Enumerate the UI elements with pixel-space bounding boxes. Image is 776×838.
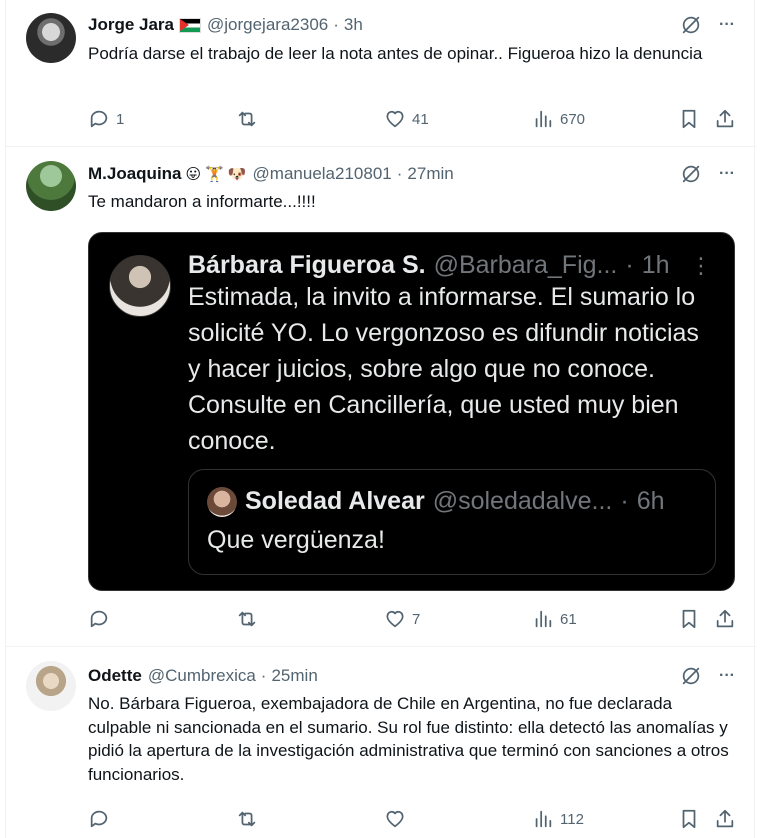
separator-dot: · <box>260 666 267 685</box>
bookmark-button[interactable] <box>678 107 700 131</box>
tweet-top-icons: ··· <box>680 163 738 185</box>
quoted-author-handle: @soledadalve... <box>432 486 613 515</box>
timestamp[interactable]: 3h <box>344 15 363 35</box>
tweet-text: No. Bárbara Figueroa, exembajadora de Ch… <box>88 694 729 784</box>
author-handle[interactable]: @jorgejara2306 <box>207 15 328 35</box>
bookmark-button[interactable] <box>678 807 700 831</box>
like-count: 41 <box>412 110 429 128</box>
share-button[interactable] <box>714 107 736 131</box>
palestine-flag-icon <box>179 17 201 33</box>
bookmark-button[interactable] <box>678 607 700 631</box>
like-button[interactable]: 7 <box>384 607 420 631</box>
tweet-actions: 112 <box>88 807 738 831</box>
share-icon <box>716 109 734 128</box>
retweet-icon <box>238 111 256 127</box>
embed-text: Estimada, la invito a informarse. El sum… <box>188 283 699 455</box>
embed-author-name: Bárbara Figueroa S. <box>188 250 426 279</box>
reply-count: 1 <box>116 110 125 128</box>
bookmark-icon <box>682 109 696 129</box>
reply-icon <box>90 810 108 828</box>
heart-icon <box>386 810 404 828</box>
share-icon <box>716 609 734 628</box>
quoted-header: Soledad Alvear @soledadalve... · 6h <box>245 484 665 518</box>
quoted-timestamp: 6h <box>636 486 665 515</box>
more-options-icon[interactable]: ··· <box>716 163 738 185</box>
avatar[interactable] <box>26 161 76 211</box>
tweet-text: Te mandaron a informarte...!!!! <box>88 192 316 211</box>
reply-feed: Jorge Jara @jorgejara2306 · 3h ··· Podrí… <box>5 0 756 838</box>
reply-button[interactable] <box>88 607 116 631</box>
retweet-icon <box>238 611 256 627</box>
avatar[interactable] <box>26 661 76 711</box>
view-count: 670 <box>560 110 586 128</box>
like-button[interactable]: 41 <box>384 107 429 131</box>
tweet-odette[interactable]: Odette @Cumbrexica · 25min ··· No. Bárba… <box>6 647 756 838</box>
share-icon <box>716 809 734 828</box>
embed-separator: · <box>625 250 634 279</box>
emoji-lifter: 🏋 <box>205 165 224 183</box>
views-button[interactable]: 61 <box>532 607 577 631</box>
avatar[interactable] <box>26 13 76 63</box>
like-button[interactable] <box>384 807 412 831</box>
share-button[interactable] <box>714 807 736 831</box>
tweet-text: Podría darse el trabajo de leer la nota … <box>88 44 703 63</box>
timestamp[interactable]: 25min <box>271 666 317 686</box>
author-name[interactable]: M.Joaquina <box>88 164 182 184</box>
embed-header: Bárbara Figueroa S. @Barbara_Fig... · 1h <box>188 249 670 281</box>
views-icon <box>535 610 552 628</box>
reply-icon <box>90 610 108 628</box>
views-icon <box>535 810 552 828</box>
view-count: 112 <box>560 810 584 828</box>
tweet-header: Odette @Cumbrexica · 25min <box>88 665 318 687</box>
bookmark-icon <box>682 609 696 629</box>
grok-icon[interactable] <box>680 665 702 687</box>
tweet-top-icons: ··· <box>680 665 738 687</box>
retweet-icon <box>238 811 256 827</box>
embed-timestamp: 1h <box>641 250 670 279</box>
embed-more-icon: ⋮ <box>690 253 712 278</box>
views-button[interactable]: 112 <box>532 807 584 831</box>
author-name[interactable]: Odette <box>88 666 142 686</box>
reply-button[interactable] <box>88 807 116 831</box>
more-options-icon[interactable]: ··· <box>716 665 738 687</box>
embed-avatar <box>109 255 171 317</box>
separator-dot: · <box>396 164 403 183</box>
retweet-button[interactable] <box>236 107 264 131</box>
heart-icon <box>386 110 404 128</box>
quoted-author-name: Soledad Alvear <box>245 486 425 515</box>
tweet-actions: 1 41 670 <box>88 107 738 131</box>
retweet-button[interactable] <box>236 607 264 631</box>
views-icon <box>535 110 552 128</box>
embed-author-handle: @Barbara_Fig... <box>433 250 618 279</box>
more-options-icon[interactable]: ··· <box>716 14 738 36</box>
emoji-dog: 🐶 <box>227 165 247 183</box>
heart-icon <box>386 610 404 628</box>
grok-icon[interactable] <box>680 14 702 36</box>
quoted-avatar <box>207 487 237 517</box>
author-handle[interactable]: @manuela210801 <box>253 164 392 184</box>
author-name[interactable]: Jorge Jara <box>88 15 174 35</box>
author-handle[interactable]: @Cumbrexica <box>148 666 256 686</box>
reply-button[interactable]: 1 <box>88 107 124 131</box>
emoji-tongue: 😛 <box>185 165 202 183</box>
retweet-button[interactable] <box>236 807 264 831</box>
view-count: 61 <box>560 610 577 628</box>
reply-icon <box>90 110 108 128</box>
like-count: 7 <box>412 610 421 628</box>
embed-quoted-tweet: Soledad Alvear @soledadalve... · 6h Que … <box>188 469 716 575</box>
views-button[interactable]: 670 <box>532 107 585 131</box>
share-button[interactable] <box>714 607 736 631</box>
tweet-header: Jorge Jara @jorgejara2306 · 3h <box>88 14 363 36</box>
quoted-text: Que vergüenza! <box>207 526 385 554</box>
bookmark-icon <box>682 809 696 829</box>
separator-dot: · <box>333 15 339 34</box>
tweet-top-icons: ··· <box>680 14 738 36</box>
quoted-separator: · <box>620 486 629 515</box>
grok-icon[interactable] <box>680 163 702 185</box>
timestamp[interactable]: 27min <box>407 164 453 184</box>
tweet-jorge-jara[interactable]: Jorge Jara @jorgejara2306 · 3h ··· Podrí… <box>6 0 756 147</box>
embedded-screenshot[interactable]: Bárbara Figueroa S. @Barbara_Fig... · 1h… <box>88 232 735 591</box>
tweet-header: M.Joaquina 😛 🏋 🐶 @manuela210801 · 27min <box>88 163 454 185</box>
tweet-actions: 7 61 <box>88 607 738 631</box>
